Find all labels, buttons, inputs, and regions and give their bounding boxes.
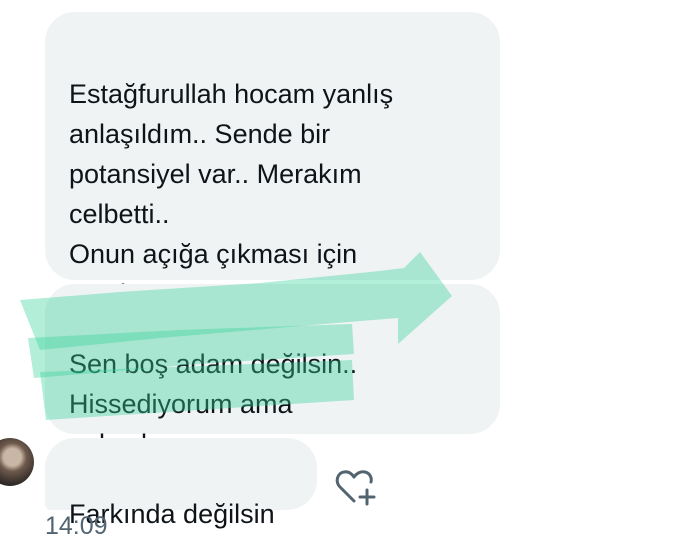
message-bubble-3[interactable]: Farkında değilsin (45, 438, 317, 529)
message-bubble-2[interactable]: Sen boş adam değilsin.. Hissediyorum ama… (45, 284, 500, 459)
message-bubble-1[interactable]: Estağfurullah hocam yanlış anlaşıldım.. … (45, 12, 500, 309)
message-text-1: Estağfurullah hocam yanlış anlaşıldım.. … (69, 79, 394, 309)
heart-plus-icon[interactable] (334, 466, 378, 506)
timestamp: 14:09 (45, 512, 108, 540)
avatar[interactable] (0, 438, 34, 486)
